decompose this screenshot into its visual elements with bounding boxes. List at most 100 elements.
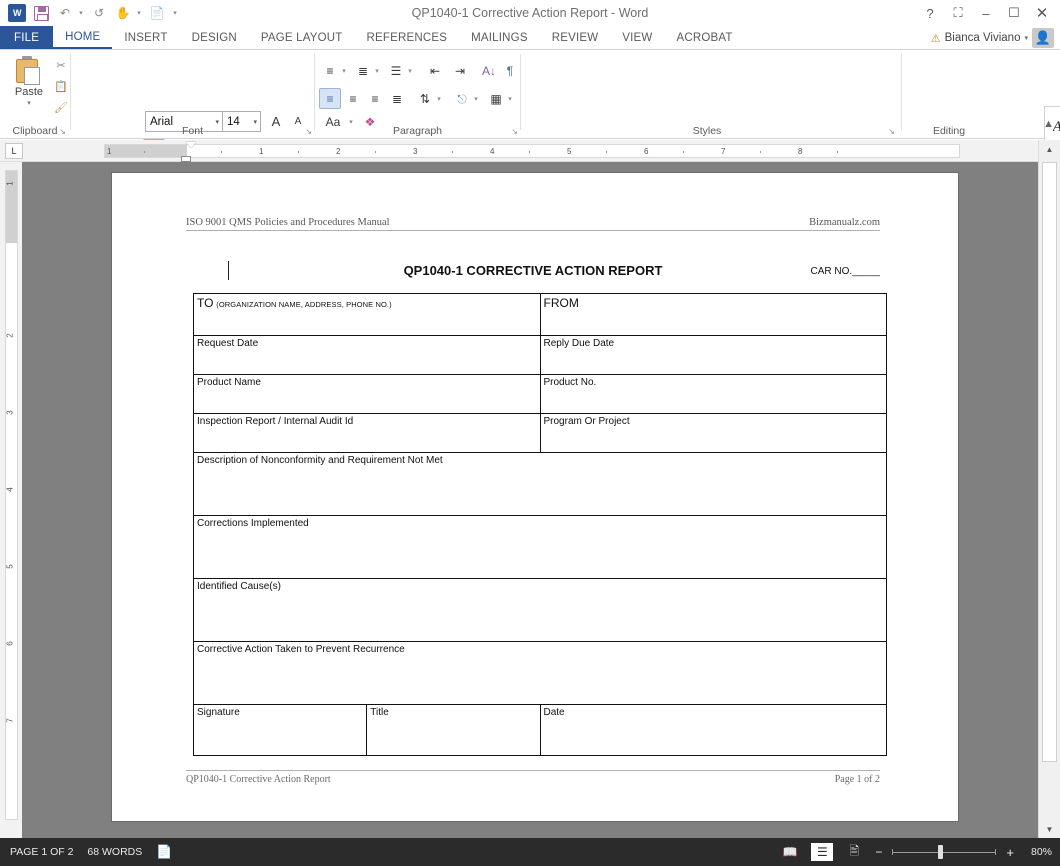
touch-mode-dropdown[interactable]: ▾ — [136, 3, 144, 23]
tab-stop-selector[interactable]: L — [5, 143, 23, 159]
justify-button[interactable]: ≣ — [386, 88, 408, 109]
tab-insert[interactable]: INSERT — [112, 26, 179, 49]
multilevel-list-dropdown[interactable]: ▾ — [406, 60, 416, 81]
cell-corrections-implemented[interactable]: Corrections Implemented — [194, 516, 887, 579]
cell-request-date[interactable]: Request Date — [194, 336, 541, 375]
borders-button[interactable]: ▦ — [485, 88, 507, 109]
cell-title[interactable]: Title — [367, 705, 540, 756]
vertical-scrollbar[interactable]: ▲ ▼ — [1038, 140, 1060, 838]
proofing-errors-icon[interactable]: 📄 — [156, 844, 172, 860]
word-logo-button[interactable]: W — [6, 3, 28, 23]
paste-button[interactable]: Paste ▾ — [8, 54, 50, 116]
increase-indent-button[interactable]: ⇥ — [448, 60, 472, 81]
table-row[interactable]: Corrective Action Taken to Prevent Recur… — [194, 642, 887, 705]
align-left-button[interactable]: ≡ — [319, 88, 341, 109]
multilevel-list-button[interactable]: ☰ — [385, 60, 407, 81]
document-canvas[interactable]: ISO 9001 QMS Policies and Procedures Man… — [22, 162, 1038, 838]
customize-qat-button[interactable]: ▾ — [170, 3, 182, 23]
account-area[interactable]: ⚠ Bianca Viviano ▾ 👤 — [931, 28, 1054, 48]
cell-from[interactable]: FROM — [540, 294, 887, 336]
cell-signature[interactable]: Signature — [194, 705, 367, 756]
cell-description-of-nonconformity[interactable]: Description of Nonconformity and Require… — [194, 453, 887, 516]
tab-acrobat[interactable]: ACROBAT — [664, 26, 744, 49]
web-layout-icon[interactable]: 🖹 — [843, 843, 865, 861]
table-row[interactable]: Request Date Reply Due Date — [194, 336, 887, 375]
help-button[interactable]: ? — [916, 1, 944, 25]
word-count[interactable]: 68 WORDS — [87, 846, 142, 858]
cell-date[interactable]: Date — [540, 705, 887, 756]
line-spacing-dropdown[interactable]: ▾ — [435, 88, 445, 109]
ribbon-display-options-icon[interactable]: ⛶ — [944, 1, 972, 25]
align-center-button[interactable]: ≡ — [342, 88, 364, 109]
bullets-dropdown[interactable]: ▾ — [340, 60, 350, 81]
table-row[interactable]: Identified Cause(s) — [194, 579, 887, 642]
cell-product-no[interactable]: Product No. — [540, 375, 887, 414]
tab-design[interactable]: DESIGN — [180, 26, 249, 49]
cell-corrective-action-taken[interactable]: Corrective Action Taken to Prevent Recur… — [194, 642, 887, 705]
horizontal-ruler[interactable]: 1 1 2 3 4 5 6 7 8 — [104, 144, 960, 158]
table-row[interactable]: Corrections Implemented — [194, 516, 887, 579]
table-row[interactable]: Product Name Product No. — [194, 375, 887, 414]
tab-view[interactable]: VIEW — [610, 26, 664, 49]
shading-dropdown[interactable]: ▾ — [472, 88, 482, 109]
table-row[interactable]: Description of Nonconformity and Require… — [194, 453, 887, 516]
cell-reply-due-date[interactable]: Reply Due Date — [540, 336, 887, 375]
document-page[interactable]: ISO 9001 QMS Policies and Procedures Man… — [112, 173, 958, 821]
zoom-in-button[interactable]: + — [1006, 845, 1014, 860]
tab-file[interactable]: FILE — [0, 26, 53, 49]
line-spacing-button[interactable]: ⇅ — [414, 88, 436, 109]
vertical-ruler[interactable]: 1 2 3 4 5 6 7 — [0, 162, 22, 838]
close-icon[interactable]: ✕ — [1028, 1, 1056, 25]
scroll-down-icon[interactable]: ▼ — [1039, 820, 1060, 838]
scrollbar-thumb[interactable] — [1042, 162, 1057, 762]
numbering-button[interactable]: ≣ — [352, 60, 374, 81]
cell-identified-causes[interactable]: Identified Cause(s) — [194, 579, 887, 642]
cell-inspection-report[interactable]: Inspection Report / Internal Audit Id — [194, 414, 541, 453]
table-row[interactable]: Inspection Report / Internal Audit Id Pr… — [194, 414, 887, 453]
undo-button[interactable]: ↶ — [54, 3, 76, 23]
cell-product-name[interactable]: Product Name — [194, 375, 541, 414]
font-dialog-launcher[interactable]: ↘ — [305, 127, 312, 136]
collapse-ribbon-button[interactable]: ▲ — [1043, 118, 1054, 130]
decrease-indent-button[interactable]: ⇤ — [423, 60, 447, 81]
show-formatting-marks-button[interactable]: ¶ — [501, 60, 519, 81]
tab-page-layout[interactable]: PAGE LAYOUT — [249, 26, 355, 49]
tab-references[interactable]: REFERENCES — [355, 26, 460, 49]
sort-button[interactable]: A↓ — [478, 60, 500, 81]
tab-review[interactable]: REVIEW — [540, 26, 611, 49]
scroll-up-icon[interactable]: ▲ — [1039, 140, 1060, 158]
corrective-action-form-table[interactable]: TO (ORGANIZATION NAME, ADDRESS, PHONE NO… — [193, 293, 887, 756]
zoom-out-button[interactable]: − — [875, 845, 882, 859]
minimize-icon[interactable]: – — [972, 1, 1000, 25]
avatar[interactable]: 👤 — [1032, 28, 1054, 48]
print-layout-icon[interactable]: ☰ — [811, 843, 833, 861]
bullets-button[interactable]: ≡ — [319, 60, 341, 81]
tab-home[interactable]: HOME — [53, 26, 112, 49]
clipboard-dialog-launcher[interactable]: ↘ — [59, 127, 66, 136]
copy-button[interactable]: 📋 — [52, 77, 70, 95]
zoom-level[interactable]: 80% — [1024, 846, 1052, 858]
print-preview-button[interactable]: 📄 — [146, 3, 168, 23]
zoom-slider[interactable] — [892, 845, 996, 859]
format-painter-button[interactable]: 🖌 — [52, 98, 70, 116]
shading-button[interactable]: ⎋ — [451, 88, 473, 109]
cell-to[interactable]: TO (ORGANIZATION NAME, ADDRESS, PHONE NO… — [194, 294, 541, 336]
tab-mailings[interactable]: MAILINGS — [459, 26, 540, 49]
touch-mode-button[interactable]: ✋ — [112, 3, 134, 23]
read-mode-icon[interactable]: 📖 — [779, 843, 801, 861]
page-indicator[interactable]: PAGE 1 OF 2 — [10, 846, 73, 858]
paragraph-dialog-launcher[interactable]: ↘ — [511, 127, 518, 136]
restore-icon[interactable]: ☐ — [1000, 1, 1028, 25]
table-row[interactable]: Signature Title Date — [194, 705, 887, 756]
redo-button[interactable]: ↺ — [88, 3, 110, 23]
align-right-button[interactable]: ≡ — [364, 88, 386, 109]
styles-dialog-launcher[interactable]: ↘ — [888, 127, 895, 136]
save-button[interactable] — [30, 3, 52, 23]
undo-dropdown[interactable]: ▾ — [78, 3, 86, 23]
borders-dropdown[interactable]: ▾ — [506, 88, 516, 109]
zoom-slider-knob[interactable] — [938, 845, 943, 859]
first-line-indent-marker[interactable] — [186, 142, 196, 148]
numbering-dropdown[interactable]: ▾ — [373, 60, 383, 81]
table-row[interactable]: TO (ORGANIZATION NAME, ADDRESS, PHONE NO… — [194, 294, 887, 336]
cut-button[interactable]: ✂ — [52, 56, 70, 74]
